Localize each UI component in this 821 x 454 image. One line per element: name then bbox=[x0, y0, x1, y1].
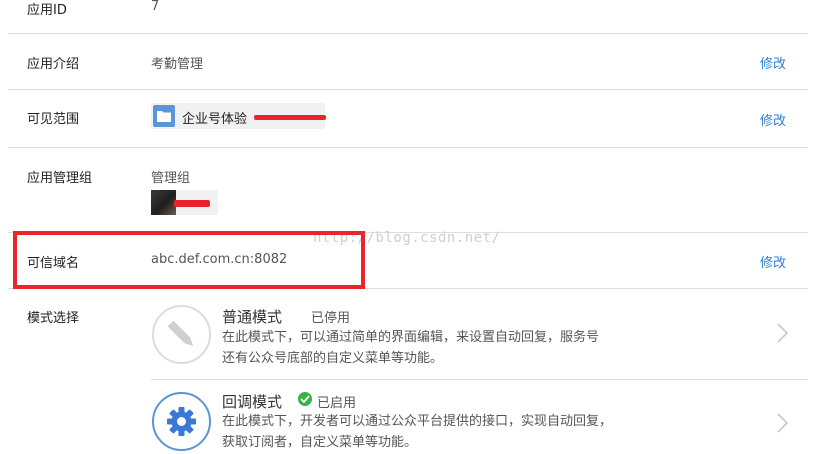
chevron-right-icon[interactable] bbox=[776, 322, 790, 348]
edit-intro-link[interactable]: 修改 bbox=[760, 53, 786, 72]
gear-icon bbox=[152, 392, 211, 451]
mode-title: 回调模式 bbox=[222, 393, 283, 411]
mode-description: 在此模式下，可以通过简单的界面编辑，来设置自动回复，服务号 还有公众号底部的自定… bbox=[222, 327, 662, 369]
edit-visibility-link[interactable]: 修改 bbox=[760, 110, 786, 129]
mode-status: 已停用 bbox=[311, 311, 351, 326]
visibility-chip: 企业号体验 bbox=[151, 103, 326, 129]
mode-description-line: 还有公众号底部的自定义菜单等功能。 bbox=[222, 351, 444, 366]
mode-description-line: 在此模式下，开发者可以通过公众平台提供的接口，实现自动回复， bbox=[222, 414, 613, 429]
folder-icon bbox=[153, 105, 175, 127]
mode-title: 普通模式 bbox=[222, 308, 283, 326]
visibility-value: 企业号体验 bbox=[182, 112, 248, 127]
app-id-value: 7 bbox=[151, 0, 160, 14]
divider bbox=[8, 147, 808, 148]
check-icon bbox=[298, 392, 312, 406]
admin-member-chip bbox=[151, 190, 218, 215]
edit-domain-link[interactable]: 修改 bbox=[760, 252, 786, 271]
chevron-right-icon[interactable] bbox=[776, 412, 790, 438]
visibility-label: 可见范围 bbox=[27, 112, 80, 127]
app-id-label: 应用ID bbox=[27, 3, 67, 18]
redaction-mark bbox=[254, 115, 326, 120]
mode-description-line: 在此模式下，可以通过简单的界面编辑，来设置自动回复，服务号 bbox=[222, 330, 600, 345]
divider bbox=[8, 89, 808, 90]
mode-select-label: 模式选择 bbox=[27, 311, 80, 326]
app-intro-label: 应用介绍 bbox=[27, 57, 80, 72]
admin-group-label: 应用管理组 bbox=[27, 171, 93, 186]
mode-status: 已启用 bbox=[317, 396, 357, 411]
app-intro-value: 考勤管理 bbox=[151, 57, 204, 72]
divider bbox=[151, 379, 808, 380]
avatar bbox=[151, 190, 176, 215]
divider bbox=[8, 33, 808, 34]
redaction-mark bbox=[174, 200, 210, 207]
mode-description: 在此模式下，开发者可以通过公众平台提供的接口，实现自动回复， 获取订阅者，自定义… bbox=[222, 411, 662, 453]
mode-description-line: 获取订阅者，自定义菜单等功能。 bbox=[222, 435, 418, 450]
pencil-icon bbox=[152, 305, 211, 364]
admin-group-value: 管理组 bbox=[151, 171, 191, 186]
highlight-box bbox=[13, 231, 365, 289]
